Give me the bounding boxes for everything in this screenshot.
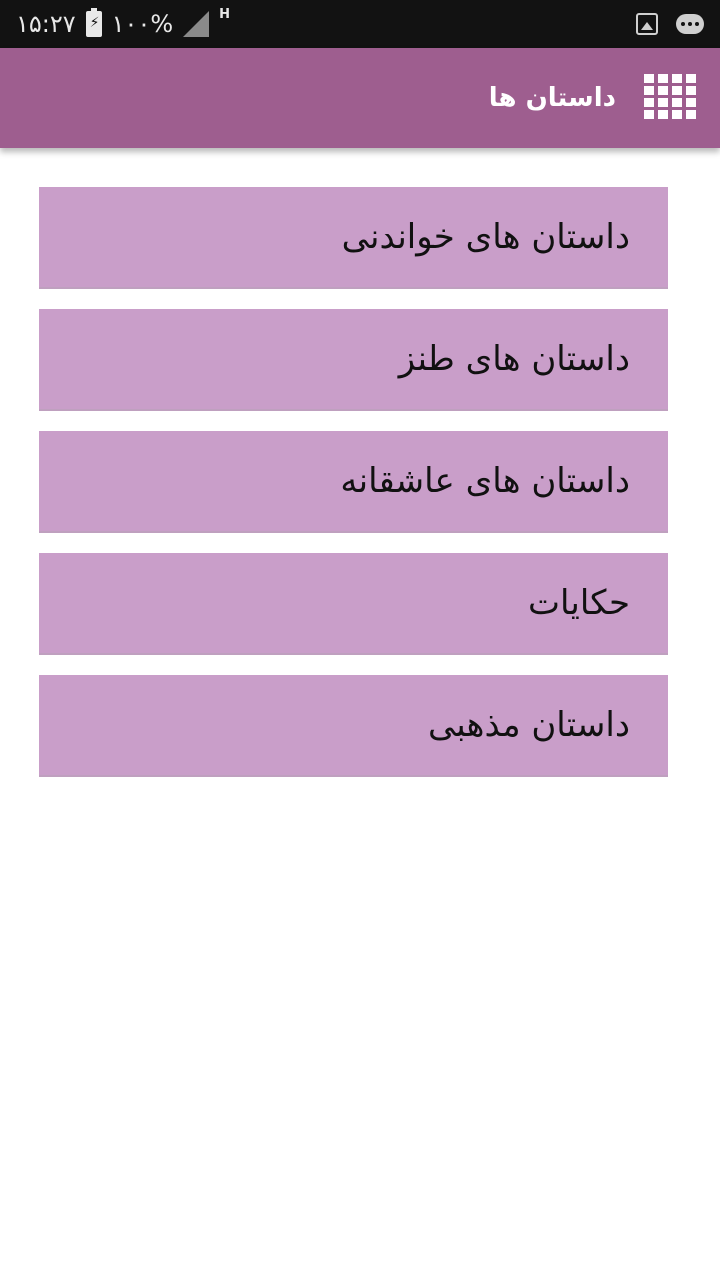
- category-label: داستان های عاشقانه: [340, 461, 630, 501]
- status-bar-right: [636, 10, 704, 38]
- app-bar: داستان ها: [0, 48, 720, 148]
- category-tales[interactable]: حکایات: [39, 553, 668, 655]
- battery-charging-icon: ⚡: [85, 8, 102, 37]
- category-label: داستان های طنز: [398, 339, 630, 379]
- clock: ۱۵:۲۷: [16, 10, 76, 38]
- battery-percent: ۱۰۰%: [111, 10, 174, 38]
- signal-icon: [183, 11, 210, 37]
- image-notification-icon: [636, 13, 658, 35]
- category-list: داستان های خواندنی داستان های طنز داستان…: [39, 187, 668, 797]
- page-title: داستان ها: [488, 83, 616, 113]
- network-type: H: [219, 6, 231, 22]
- message-notification-icon: [676, 14, 704, 34]
- category-readable-stories[interactable]: داستان های خواندنی: [39, 187, 668, 289]
- category-label: حکایات: [528, 583, 630, 623]
- category-religious-stories[interactable]: داستان مذهبی: [39, 675, 668, 777]
- category-funny-stories[interactable]: داستان های طنز: [39, 309, 668, 411]
- category-love-stories[interactable]: داستان های عاشقانه: [39, 431, 668, 533]
- status-bar-left: ۱۵:۲۷ ⚡ ۱۰۰% H: [16, 6, 231, 40]
- status-bar: ۱۵:۲۷ ⚡ ۱۰۰% H: [0, 0, 720, 48]
- grid-menu-icon[interactable]: [644, 74, 696, 122]
- category-label: داستان مذهبی: [427, 705, 630, 745]
- category-label: داستان های خواندنی: [341, 217, 630, 257]
